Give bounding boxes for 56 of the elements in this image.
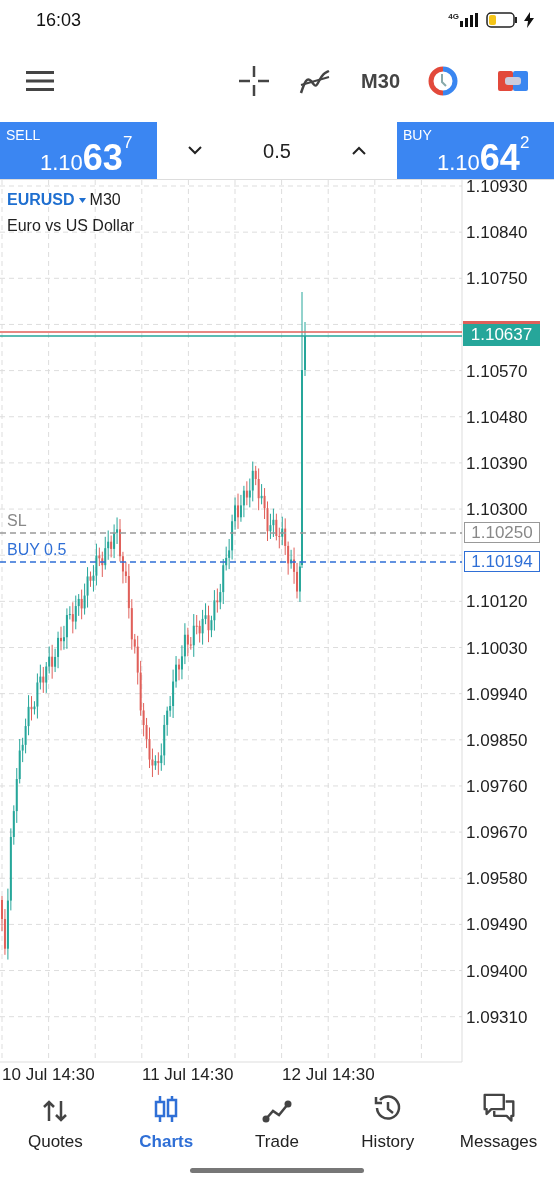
nav-tab[interactable]: Charts <box>110 1092 222 1154</box>
price-axis-label: 1.09490 <box>466 916 528 934</box>
battery-icon <box>486 12 518 28</box>
chevron-down-icon[interactable] <box>187 146 202 155</box>
price-axis-label: 1.09940 <box>466 685 528 703</box>
price-axis-label: 1.10120 <box>466 593 528 611</box>
dropdown-icon[interactable] <box>78 197 86 203</box>
volume-value[interactable]: 0.5 <box>263 135 291 166</box>
level-price-badge: 1.10250 <box>464 522 540 543</box>
price-axis-label: 1.10750 <box>466 270 528 288</box>
buy-button[interactable]: BUY 1.1064$^{2}$ <box>397 122 554 179</box>
price-axis-label: 1.10030 <box>466 639 528 657</box>
current-price-badge: 1.10637 <box>463 321 540 346</box>
price-axis-label: 1.10930 <box>466 178 528 195</box>
swap-arrows-icon <box>42 1098 69 1123</box>
charging-icon <box>524 12 534 28</box>
price-axis-label: 1.09580 <box>466 870 528 888</box>
stop-loss-line[interactable] <box>0 532 463 534</box>
level-label: SL <box>7 513 27 529</box>
indicator-icon[interactable] <box>299 67 332 95</box>
clock-icon[interactable] <box>428 66 458 96</box>
price-axis-label: 1.09310 <box>466 1008 528 1026</box>
nav-tab[interactable]: History <box>332 1092 444 1154</box>
history-icon <box>372 1092 403 1123</box>
time-axis-label: 10 Jul 14:30 <box>2 1066 95 1083</box>
price-axis-label: 1.09670 <box>466 824 528 842</box>
candles-icon <box>153 1094 180 1123</box>
price-axis-label: 1.10390 <box>466 454 528 472</box>
order-line[interactable] <box>0 561 463 563</box>
price-axis-label: 1.09400 <box>466 962 528 980</box>
time-axis-label: 12 Jul 14:30 <box>282 1066 375 1083</box>
price-axis-label: 1.09760 <box>466 777 528 795</box>
nav-tab[interactable]: Messages <box>443 1092 554 1154</box>
price-axis-label: 1.10570 <box>466 362 528 380</box>
symbol-name[interactable]: EURUSD <box>7 188 75 212</box>
sell-button[interactable]: SELL 1.1063$^{7}$ <box>0 122 157 179</box>
time-axis-label: 11 Jul 14:30 <box>142 1066 234 1083</box>
chat-icon <box>481 1092 516 1123</box>
menu-icon[interactable] <box>26 71 54 91</box>
level-price-badge: 1.10194 <box>464 551 540 572</box>
nav-tab[interactable]: Trade <box>221 1092 333 1154</box>
nav-tab[interactable]: Quotes <box>0 1092 111 1154</box>
price-axis-label: 1.10480 <box>466 408 528 426</box>
price-axis-label: 1.10840 <box>466 224 528 242</box>
crosshair-icon[interactable] <box>239 66 270 96</box>
timeframe-button[interactable]: M30 <box>361 66 400 96</box>
trade-window-icon[interactable] <box>498 69 528 93</box>
chart-timeframe: M30 <box>89 190 121 210</box>
symbol-description: Euro vs US Dollar <box>7 216 135 236</box>
price-axis-label: 1.10300 <box>466 501 528 519</box>
line-chart-icon <box>262 1098 292 1123</box>
price-axis-label: 1.09850 <box>466 731 528 749</box>
level-label: BUY 0.5 <box>7 542 67 558</box>
status-time: 16:03 <box>36 8 82 32</box>
chevron-up-icon[interactable] <box>352 146 367 155</box>
network-label: 4G <box>448 13 459 21</box>
